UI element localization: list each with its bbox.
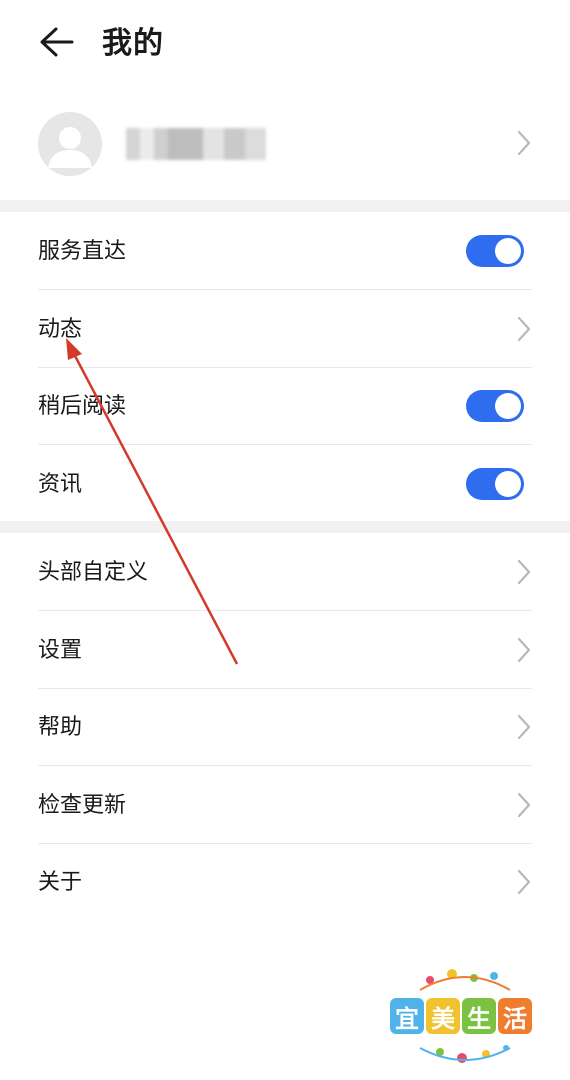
- my-page: 我的 服务直达 动态 稍后阅读 资讯 头部自定义 设置 帮助 检查更新 关于 宜…: [0, 0, 570, 1080]
- settings-row[interactable]: 设置: [0, 612, 570, 689]
- toggle-knob: [495, 238, 521, 264]
- chevron-right-icon: [517, 316, 531, 341]
- settings-row-label: 服务直达: [38, 239, 127, 264]
- settings-row-label: 头部自定义: [38, 560, 149, 585]
- settings-row[interactable]: 动态: [0, 291, 570, 368]
- watermark-logo: 宜 美 生 活: [390, 968, 540, 1068]
- settings-row-label: 资讯: [38, 471, 83, 497]
- settings-row-label: 帮助: [38, 715, 83, 740]
- chevron-right-icon: [517, 714, 531, 740]
- user-avatar-icon: [38, 112, 102, 176]
- toggle-knob: [495, 393, 521, 419]
- toggle-switch[interactable]: [466, 390, 524, 422]
- toggle-switch[interactable]: [466, 467, 524, 500]
- chevron-right-icon: [517, 559, 531, 585]
- section-divider: [0, 521, 570, 533]
- chevron-right-icon: [517, 869, 531, 895]
- chevron-right-icon: [517, 792, 531, 817]
- settings-row[interactable]: 检查更新: [0, 767, 570, 844]
- toggle-switch[interactable]: [466, 235, 524, 267]
- chevron-right-icon: [517, 637, 531, 662]
- watermark-char: 宜: [390, 998, 424, 1034]
- settings-row[interactable]: 头部自定义: [0, 534, 570, 611]
- username-blurred: [126, 128, 266, 160]
- watermark-text: 宜 美 生 活: [390, 998, 532, 1034]
- page-title: 我的: [102, 26, 164, 61]
- settings-row[interactable]: 服务直达: [0, 213, 570, 290]
- settings-row[interactable]: 帮助: [0, 689, 570, 766]
- settings-row-label: 设置: [38, 637, 83, 663]
- watermark-char: 活: [498, 998, 532, 1034]
- settings-row[interactable]: 资讯: [0, 446, 570, 523]
- settings-row[interactable]: 关于: [0, 844, 570, 921]
- settings-row-label: 稍后阅读: [38, 394, 127, 419]
- section-divider: [0, 200, 570, 212]
- back-button[interactable]: [34, 22, 78, 62]
- header-bar: 我的: [0, 0, 570, 88]
- arrow-left-icon: [40, 27, 74, 57]
- settings-row-label: 关于: [38, 870, 83, 895]
- settings-row-label: 检查更新: [38, 792, 127, 818]
- watermark-char: 美: [426, 998, 460, 1034]
- watermark-char: 生: [462, 998, 496, 1034]
- settings-row[interactable]: 稍后阅读: [0, 368, 570, 445]
- chevron-right-icon: [517, 130, 531, 156]
- toggle-knob: [495, 470, 521, 497]
- profile-row[interactable]: [0, 100, 570, 186]
- settings-row-label: 动态: [38, 316, 83, 342]
